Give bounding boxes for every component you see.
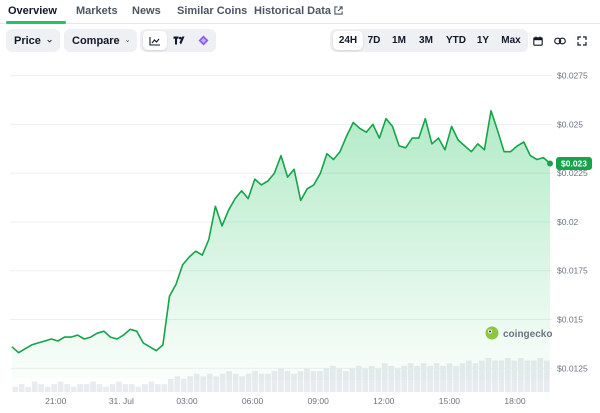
diamond-button[interactable] [191,31,215,50]
x-tick-label: 12:00 [373,396,395,406]
volume-bar [83,384,90,392]
y-tick-label: $0.0125 [557,363,588,373]
volume-bar [161,384,168,392]
tradingview-button[interactable] [167,31,191,50]
tab-historical-data-label: Historical Data [254,5,332,17]
x-tick-label: 18:00 [504,396,526,406]
time-range-switch: 24H 7D 1M 3M YTD 1Y Max [330,29,528,52]
chevron-down-icon [47,39,52,43]
x-tick-label: 09:00 [308,396,330,406]
y-tick-label: $0.0175 [557,266,588,276]
x-tick-label: 21:00 [45,396,67,406]
volume-bar [31,381,38,392]
volume-bar [142,384,148,392]
volume-bar [90,381,96,392]
range-ytd-button[interactable]: YTD [441,31,471,50]
range-max-button[interactable]: Max [496,31,526,50]
range-7d-button[interactable]: 7D [363,31,385,50]
volume-bar [12,386,19,392]
expand-icon [577,35,587,46]
y-tick-label: $0.02 [557,217,579,227]
chart-extra-tools [526,29,596,52]
calendar-button[interactable] [528,31,548,50]
volume-bar [64,384,70,392]
coingecko-logo-icon [485,326,499,340]
volume-bar [155,384,161,392]
x-tick-label: 06:00 [242,396,264,406]
volume-bar [38,384,45,392]
diamond-icon [198,35,208,46]
current-price-label: $0.023 [561,158,587,168]
volume-bar [25,386,32,392]
range-1y-button[interactable]: 1Y [472,31,494,50]
expand-button[interactable] [572,31,592,50]
y-tick-label: $0.015 [557,315,583,325]
link-button[interactable] [550,31,570,50]
volume-bar [148,381,155,392]
volume-bar [167,378,174,392]
price-area-fill [12,110,550,381]
current-price-badge: $0.023 [556,156,592,170]
top-tab-bar: Overview Markets News Similar Coins Hist… [0,0,600,24]
coingecko-wordmark: coingecko [503,329,552,340]
x-tick-label: 15:00 [439,396,461,406]
x-axis-labels: 21:00 31. Jul 03:00 06:00 09:00 12:00 15:00 18:… [45,396,526,406]
price-chart-svg[interactable]: $0.0275$0.025$0.0225$0.02$0.0175$0.015$0… [0,58,600,413]
volume-bar [57,381,64,392]
tab-overview[interactable]: Overview [8,5,57,17]
volume-bar [18,384,25,392]
coingecko-watermark: coingecko [485,326,552,340]
chart-type-switch [140,29,216,52]
volume-bar [44,386,51,392]
tab-historical-data[interactable]: Historical Data [254,5,343,17]
external-link-icon [334,6,343,15]
tab-similar-coins[interactable]: Similar Coins [177,5,247,17]
volume-bar [116,381,122,392]
current-price-dot [547,160,553,167]
price-dropdown[interactable]: Price [6,29,60,52]
tab-markets[interactable]: Markets [76,5,118,17]
price-chart[interactable]: $0.0275 $0.025 $0.0225 $0.02 $0.0175 $0.015 $0… [0,58,600,413]
tradingview-icon [173,36,185,45]
volume-bar [122,384,129,392]
volume-bar [96,384,103,392]
price-dropdown-label: Price [14,34,41,47]
line-chart-button[interactable] [143,31,167,50]
chart-toolbar: Price Compare 24H 7D 1M 3M YTD 1Y Max [0,28,600,54]
volume-bar [180,378,187,392]
volume-bar [135,386,142,392]
calendar-icon [533,36,543,46]
active-tab-indicator [6,21,66,24]
compare-dropdown-label: Compare [72,34,120,47]
chevron-down-icon [125,39,129,42]
link-icon [554,37,566,44]
volume-bar [103,386,109,392]
x-tick-label: 31. Jul [109,396,134,406]
x-tick-label: 03:00 [176,396,198,406]
y-tick-label: $0.025 [557,119,583,129]
range-1m-button[interactable]: 1M [386,31,412,50]
y-tick-label: $0.0275 [557,71,588,81]
volume-bar [109,384,116,392]
line-chart-icon [149,36,160,46]
volume-bar [51,384,57,392]
range-24h-button[interactable]: 24H [333,31,363,50]
tab-news[interactable]: News [132,5,161,17]
range-3m-button[interactable]: 3M [413,31,439,50]
volume-bar [129,384,135,392]
volume-bar [77,384,83,392]
y-axis-labels: $0.0275$0.025$0.0225$0.02$0.0175$0.015$0… [557,71,588,374]
volume-bar [70,386,77,392]
compare-dropdown[interactable]: Compare [64,29,137,52]
